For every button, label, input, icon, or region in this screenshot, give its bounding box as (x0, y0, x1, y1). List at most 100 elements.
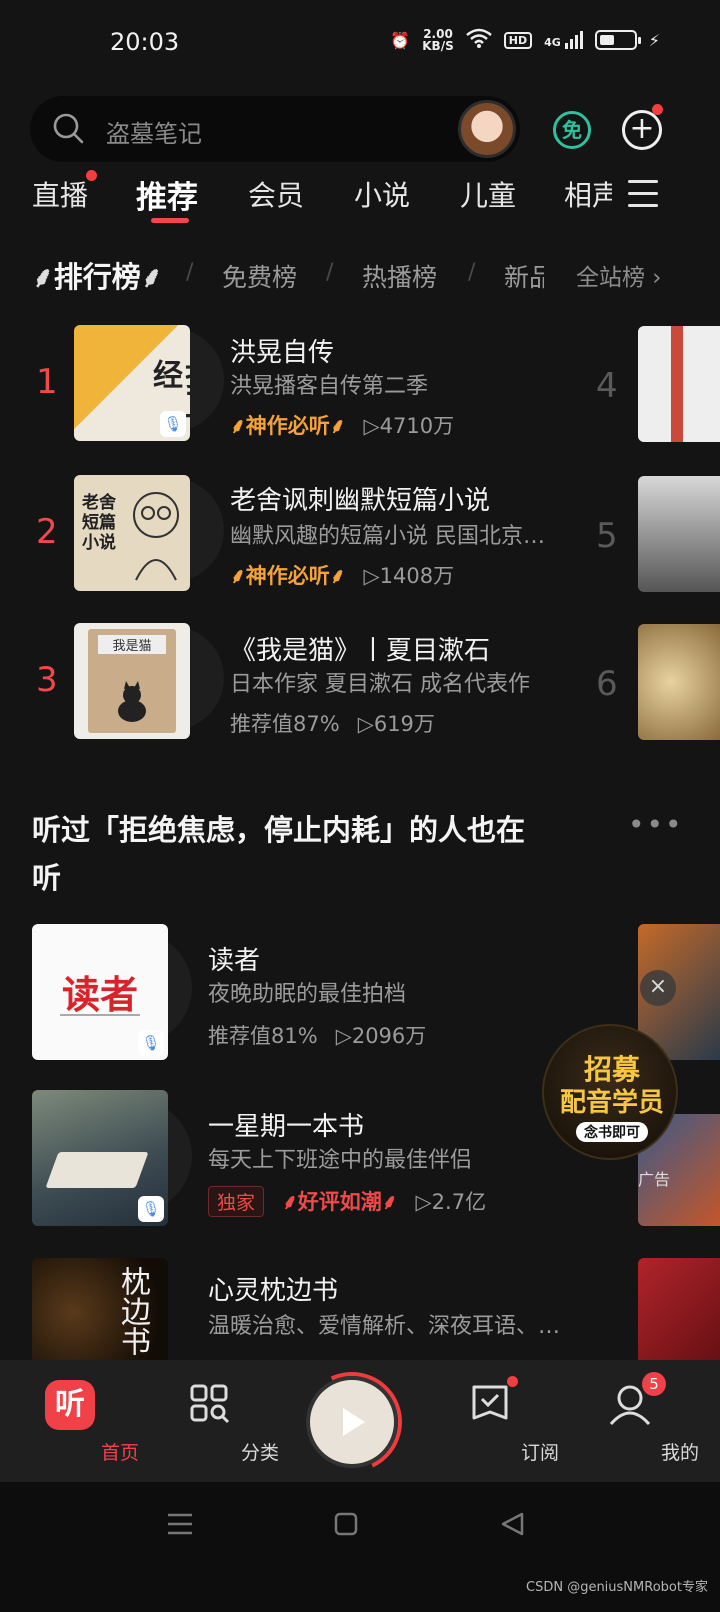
play-count: ▷4710万 (363, 414, 455, 438)
divider: / (326, 260, 334, 285)
status-time: 20:03 (110, 28, 180, 56)
network-speed: 2.00 KB/S (422, 28, 453, 52)
nav-mine-label: 我的 (660, 1442, 699, 1464)
item-subtitle: 每天上下班途中的最佳伴侣 (208, 1148, 473, 1173)
subscribe-dot (507, 1376, 518, 1387)
wifi-icon (465, 28, 492, 52)
microphone-icon: 🎙 (138, 1196, 164, 1222)
divider: / (186, 260, 194, 285)
menu-icon[interactable] (628, 180, 658, 216)
network-speed-unit: KB/S (422, 39, 454, 53)
recommend-score: 推荐值81% (208, 1024, 318, 1048)
play-count: ▷1408万 (363, 564, 455, 588)
battery-icon (594, 30, 641, 50)
hd-icon: HD (503, 31, 533, 49)
item-title: 《我是猫》丨夏目漱石 (230, 636, 491, 666)
subscribe-icon (471, 1384, 509, 1430)
ad-line2: 配音学员 (559, 1088, 664, 1118)
item-subtitle: 洪晃播客自传第二季 (230, 374, 429, 399)
item-subtitle: 温暖治愈、爱情解析、深夜耳语、… (208, 1314, 561, 1339)
rank-tab-new[interactable]: 新品 (504, 258, 544, 294)
back-key-icon[interactable] (500, 1512, 524, 1540)
recommend-score: 推荐值87% (230, 712, 340, 736)
cover-image: 打正经 🎙 (74, 325, 190, 441)
cover-image: 老舍短篇小说 (74, 475, 190, 591)
item-subtitle: 幽默风趣的短篇小说 民国北京… (230, 524, 545, 549)
status-bar: 20:03 ⏰ 2.00 KB/S HD 4G ⚡ (0, 0, 720, 90)
rank-all-link[interactable]: 全站榜 › (576, 258, 662, 292)
tab-recommend[interactable]: 推荐 (136, 172, 198, 217)
tab-kids[interactable]: 儿童 (460, 174, 516, 214)
category-icon (190, 1384, 230, 1428)
rank-number-next: 5 (596, 516, 618, 556)
avatar[interactable] (458, 100, 516, 158)
active-tab-indicator (151, 218, 189, 223)
more-icon[interactable]: ••• (628, 808, 684, 841)
cover-image: 🎙 (32, 1090, 168, 1226)
item-meta: 推荐值87% ▷619万 (230, 708, 435, 738)
search-input[interactable]: 盗墓笔记 (106, 114, 202, 149)
charging-icon: ⚡ (648, 30, 660, 50)
tab-vip[interactable]: 会员 (248, 174, 304, 214)
add-button[interactable]: + (622, 110, 662, 150)
home-icon: 听 (45, 1380, 95, 1430)
message-badge: 5 (642, 1372, 666, 1396)
item-badge: ⸙神作必听⸙ (230, 414, 346, 438)
ranking-item[interactable]: 2 老舍短篇小说 老舍讽刺幽默短篇小说 幽默风趣的短篇小说 民国北京… ⸙神作必… (0, 470, 720, 600)
microphone-icon: 🎙 (160, 411, 186, 437)
play-count: ▷2.7亿 (415, 1190, 487, 1214)
ad-badge[interactable]: 招募 配音学员 念书即可 (542, 1024, 678, 1160)
rank-title[interactable]: ⸙排行榜⸙ (32, 254, 163, 296)
section-title: 听过「拒绝焦虑，停止内耗」的人也在听 (32, 813, 526, 895)
item-meta: 推荐值81% ▷2096万 (208, 1020, 426, 1050)
item-subtitle: 夜晚助眠的最佳拍档 (208, 982, 407, 1007)
rank-number-next: 6 (596, 664, 618, 704)
cover-text: 读者 (61, 972, 138, 1017)
tab-novel[interactable]: 小说 (354, 174, 410, 214)
signal-icon: 4G (544, 31, 583, 49)
list-item[interactable]: 枕边书 心灵枕边书 温暖治愈、爱情解析、深夜耳语、… (0, 1256, 720, 1360)
microphone-icon: 🎙 (138, 1030, 164, 1056)
ranking-item[interactable]: 1 打正经 🎙 洪晃自传 洪晃播客自传第二季 ⸙神作必听⸙ ▷4710万 4 (0, 320, 720, 450)
nav-tabs: 直播 推荐 会员 小说 儿童 相声 (0, 170, 720, 226)
item-badge: ⸙神作必听⸙ (230, 564, 346, 588)
home-key-icon[interactable] (334, 1512, 358, 1540)
next-cover-image[interactable] (638, 624, 720, 740)
menu-key-icon[interactable] (168, 1512, 192, 1540)
item-title: 一星期一本书 (208, 1112, 365, 1142)
rank-number: 2 (36, 512, 58, 552)
alarm-icon: ⏰ (390, 30, 411, 50)
search-bar[interactable]: 盗墓笔记 (30, 96, 520, 162)
cover-image: 读者 🎙 (32, 924, 168, 1060)
next-cover-image[interactable] (638, 1258, 720, 1360)
ad-line3: 念书即可 (576, 1122, 648, 1142)
ad-label: 广告 (638, 1170, 671, 1189)
item-title: 心灵枕边书 (208, 1276, 339, 1306)
nav-subscribe-label: 订阅 (520, 1442, 559, 1464)
item-meta: ⸙神作必听⸙ ▷1408万 (230, 560, 454, 590)
close-icon[interactable]: × (640, 970, 676, 1006)
cover-image: 枕边书 (32, 1258, 168, 1360)
ranking-item[interactable]: 3 我是猫 《我是猫》丨夏目漱石 日本作家 夏目漱石 成名代表作 推荐值87% … (0, 618, 720, 748)
next-cover-image[interactable] (638, 326, 720, 442)
rank-number: 3 (36, 660, 58, 700)
rank-tab-hot[interactable]: 热播榜 (362, 258, 437, 294)
rank-tab-free[interactable]: 免费榜 (222, 258, 297, 294)
rank-title-text: 排行榜 (53, 260, 141, 294)
tab-crosstalk[interactable]: 相声 (564, 174, 612, 214)
status-icons: ⏰ 2.00 KB/S HD 4G ⚡ (390, 28, 660, 52)
free-icon[interactable]: 免 (553, 111, 591, 149)
tab-live[interactable]: 直播 (32, 174, 88, 214)
exclusive-badge: 独家 (208, 1186, 265, 1217)
item-badge: ⸙好评如潮⸙ (282, 1190, 398, 1214)
notification-dot (652, 104, 663, 115)
play-count: ▷619万 (357, 712, 435, 736)
cover-image: 我是猫 (74, 623, 190, 739)
next-cover-image[interactable] (638, 476, 720, 592)
item-title: 老舍讽刺幽默短篇小说 (230, 486, 491, 516)
search-icon (52, 112, 86, 150)
play-count: ▷2096万 (335, 1024, 427, 1048)
nav-home-label: 首页 (100, 1442, 139, 1464)
divider: / (468, 260, 476, 285)
live-dot (86, 170, 97, 181)
